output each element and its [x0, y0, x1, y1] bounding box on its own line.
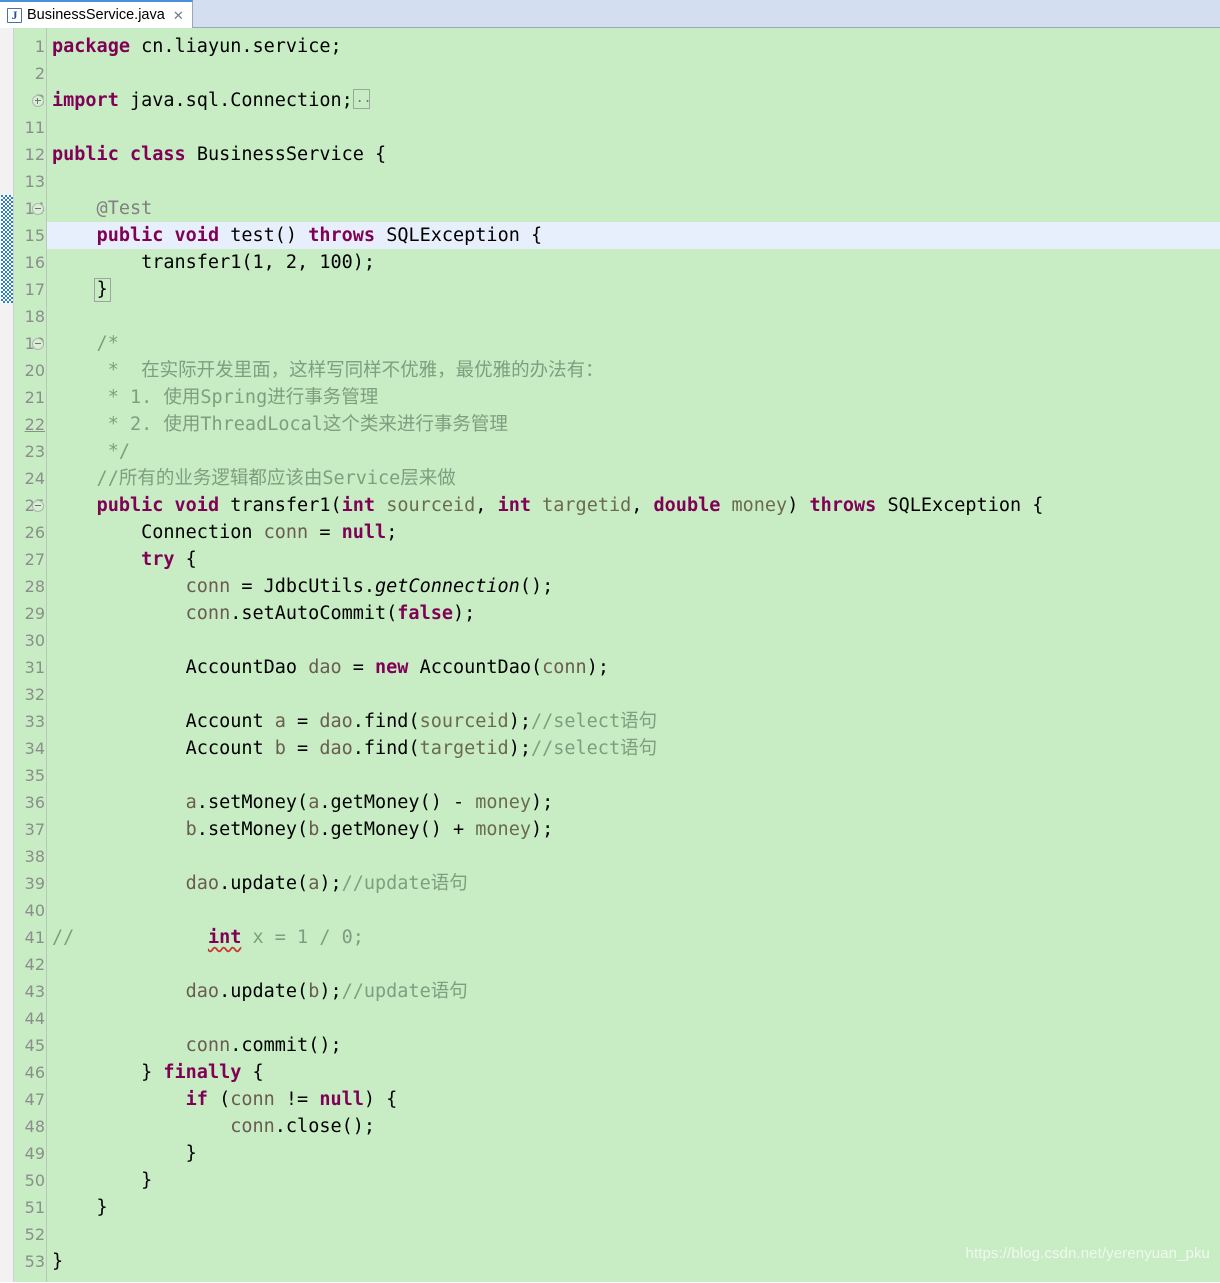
code-line[interactable]: AccountDao dao = new AccountDao(conn); [47, 654, 1220, 681]
editor-tab-bar: BusinessService.java ✕ [0, 0, 1220, 28]
code-line[interactable] [47, 60, 1220, 87]
code-line[interactable] [47, 627, 1220, 654]
code-line[interactable]: } [47, 1140, 1220, 1167]
code-line[interactable]: * 1. 使用Spring进行事务管理 [47, 384, 1220, 411]
code-line[interactable]: public void transfer1(int sourceid, int … [47, 492, 1220, 519]
fold-minus-icon[interactable] [32, 338, 44, 350]
code-line[interactable]: } [47, 276, 1220, 303]
code-line[interactable] [47, 951, 1220, 978]
code-editor[interactable]: 1231112131415161718192021222324252627282… [0, 28, 1220, 1282]
code-line[interactable] [47, 681, 1220, 708]
tab-title: BusinessService.java [27, 7, 165, 23]
code-line[interactable] [47, 303, 1220, 330]
code-area[interactable]: package cn.liayun.service; import java.sq… [47, 28, 1220, 1282]
code-line[interactable]: package cn.liayun.service; [47, 33, 1220, 60]
code-line[interactable] [47, 168, 1220, 195]
code-line[interactable]: } [47, 1194, 1220, 1221]
close-icon[interactable]: ✕ [173, 9, 184, 22]
code-line[interactable] [47, 1221, 1220, 1248]
code-line[interactable] [47, 1005, 1220, 1032]
code-line[interactable]: * 2. 使用ThreadLocal这个类来进行事务管理 [47, 411, 1220, 438]
code-line[interactable]: } [47, 1167, 1220, 1194]
code-line[interactable]: conn = JdbcUtils.getConnection(); [47, 573, 1220, 600]
code-line[interactable]: Account a = dao.find(sourceid);//select语… [47, 708, 1220, 735]
code-line[interactable]: /* [47, 330, 1220, 357]
code-line[interactable]: b.setMoney(b.getMoney() + money); [47, 816, 1220, 843]
code-line[interactable] [47, 114, 1220, 141]
code-line[interactable]: try { [47, 546, 1220, 573]
code-line[interactable]: } [47, 1248, 1220, 1275]
code-line[interactable]: conn.setAutoCommit(false); [47, 600, 1220, 627]
code-line[interactable]: public class BusinessService { [47, 141, 1220, 168]
code-line[interactable]: if (conn != null) { [47, 1086, 1220, 1113]
code-line[interactable] [47, 843, 1220, 870]
code-line[interactable]: Account b = dao.find(targetid);//select语… [47, 735, 1220, 762]
code-line[interactable]: import java.sql.Connection; [47, 85, 1220, 114]
code-line[interactable]: transfer1(1, 2, 100); [47, 249, 1220, 276]
code-line[interactable]: conn.commit(); [47, 1032, 1220, 1059]
code-line[interactable]: */ [47, 438, 1220, 465]
code-line[interactable]: conn.close(); [47, 1113, 1220, 1140]
code-line[interactable] [47, 762, 1220, 789]
code-line[interactable]: @Test [47, 195, 1220, 222]
bracket-match-box: } [93, 278, 111, 302]
collapsed-region-icon[interactable] [352, 85, 371, 112]
code-line[interactable]: public void test() throws SQLException { [47, 222, 1220, 249]
code-line[interactable]: // int x = 1 / 0; [47, 924, 1220, 951]
code-line[interactable]: Connection conn = null; [47, 519, 1220, 546]
code-line[interactable]: dao.update(a);//update语句 [47, 870, 1220, 897]
code-line[interactable]: dao.update(b);//update语句 [47, 978, 1220, 1005]
code-line[interactable] [47, 897, 1220, 924]
folding-gutter[interactable] [31, 28, 46, 1282]
change-bar [1, 195, 13, 303]
code-line[interactable]: * 在实际开发里面，这样写同样不优雅，最优雅的办法有： [47, 357, 1220, 384]
code-line[interactable]: a.setMoney(a.getMoney() - money); [47, 789, 1220, 816]
fold-plus-icon[interactable] [32, 95, 44, 107]
code-line[interactable]: //所有的业务逻辑都应该由Service层来做 [47, 465, 1220, 492]
java-file-icon [7, 7, 22, 23]
fold-minus-icon[interactable] [32, 500, 44, 512]
tab-business-service-java[interactable]: BusinessService.java ✕ [0, 0, 193, 28]
code-line[interactable]: } finally { [47, 1059, 1220, 1086]
fold-minus-icon[interactable] [32, 203, 44, 215]
